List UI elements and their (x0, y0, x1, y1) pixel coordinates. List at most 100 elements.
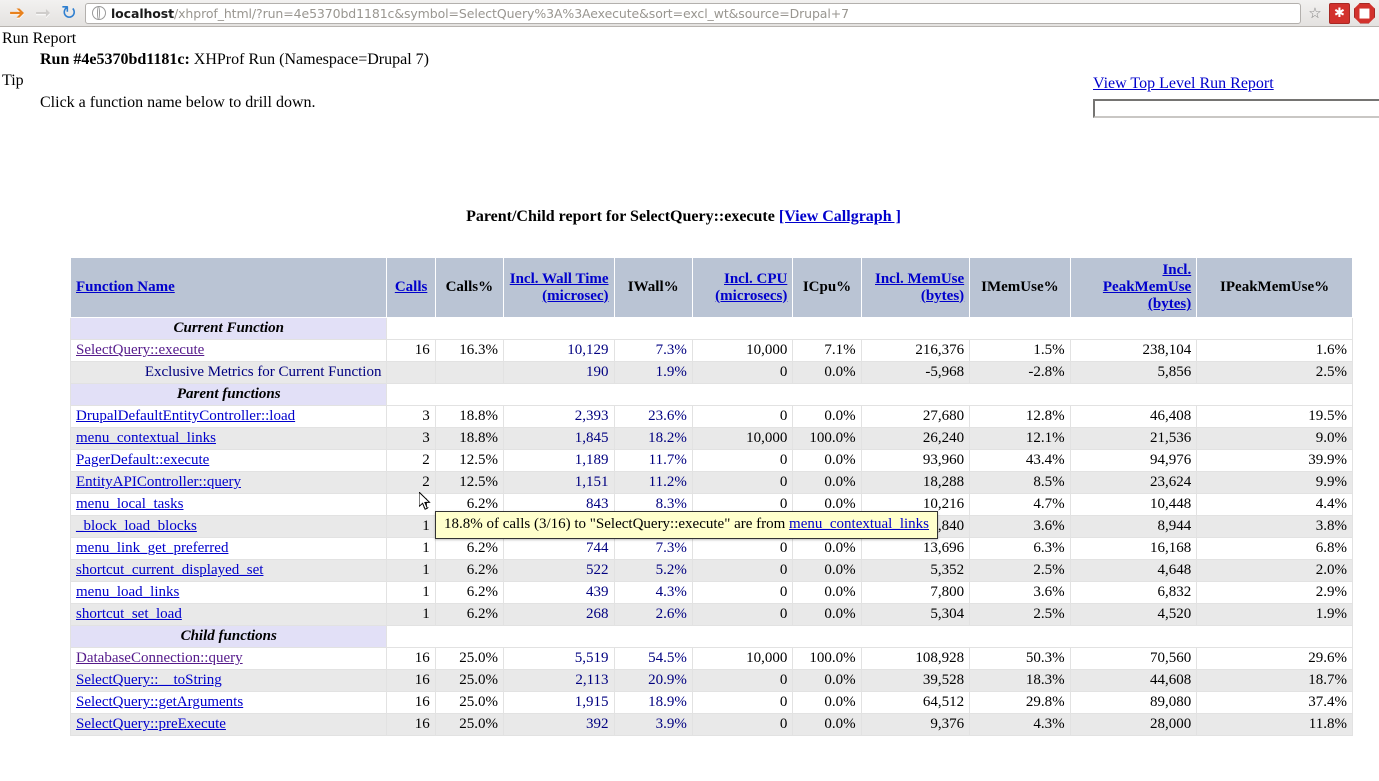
incl-peakmemuse-cell: 16,168 (1069, 537, 1198, 560)
column-header-label: Incl. Wall Time (microsec) (509, 270, 609, 304)
section-spacer (386, 383, 1353, 406)
function-link[interactable]: EntityAPIController::query (76, 474, 241, 490)
table-row[interactable]: SelectQuery::getArguments 16 25.0% 1,915 18.… (69, 691, 1353, 714)
calls-pct-cell: 12.5% (434, 471, 505, 494)
column-header-label: Function Name (76, 279, 175, 295)
ipeakmemuse-pct-cell: 37.4% (1196, 691, 1353, 714)
column-header-incl-peakmemuse[interactable]: Incl. PeakMemUse (bytes) (1069, 257, 1198, 318)
incl-peakmemuse-cell: 238,104 (1069, 339, 1198, 362)
imemuse-pct-cell: 43.4% (969, 449, 1071, 472)
calls-pct-cell: 25.0% (434, 669, 505, 692)
table-row[interactable]: DatabaseConnection::query 16 25.0% 5,519 54.… (69, 647, 1353, 670)
incl-wall-time-cell: 744 (503, 537, 615, 560)
function-link[interactable]: PagerDefault::execute (76, 452, 209, 468)
incl-cpu-cell: 0 (691, 559, 794, 582)
function-link[interactable]: DatabaseConnection::query (76, 650, 243, 666)
adblock-extension-icon[interactable]: ■ (1354, 2, 1375, 24)
calls-pct-cell (434, 361, 505, 384)
incl-peakmemuse-cell: 4,520 (1069, 603, 1198, 626)
column-header-incl-memuse[interactable]: Incl. MemUse (bytes) (860, 257, 971, 318)
function-link[interactable]: menu_contextual_links (76, 430, 216, 446)
table-row[interactable]: SelectQuery::execute 16 16.3% 10,129 7.3% 10,… (69, 339, 1353, 362)
function-link[interactable]: menu_link_get_preferred (76, 540, 228, 556)
icpu-pct-cell: 0.0% (792, 449, 862, 472)
incl-wall-time-cell: 268 (503, 603, 615, 626)
function-name-cell: shortcut_current_displayed_set (69, 559, 388, 582)
table-row[interactable]: SelectQuery::preExecute 16 25.0% 392 3.9% 0 0.… (69, 713, 1353, 736)
column-header-calls-pct: Calls% (434, 257, 505, 318)
function-link[interactable]: _block_load_blocks (76, 518, 197, 534)
incl-memuse-cell: 64,512 (860, 691, 971, 714)
table-row[interactable]: Exclusive Metrics for Current Function 19… (69, 361, 1353, 384)
incl-wall-time-cell: 1,151 (503, 471, 615, 494)
function-link[interactable]: menu_local_tasks (76, 496, 183, 512)
incl-peakmemuse-cell: 5,856 (1069, 361, 1198, 384)
function-link[interactable]: SelectQuery::execute (76, 342, 204, 358)
section-spacer (386, 625, 1353, 648)
function-link[interactable]: SelectQuery::preExecute (76, 716, 226, 732)
incl-peakmemuse-cell: 89,080 (1069, 691, 1198, 714)
function-link[interactable]: DrupalDefaultEntityController::load (76, 408, 295, 424)
function-name-cell: _block_load_blocks (69, 515, 388, 538)
incl-cpu-cell: 0 (691, 691, 794, 714)
noscript-extension-icon[interactable]: ✱ (1329, 2, 1350, 24)
icpu-pct-cell: 0.0% (792, 581, 862, 604)
function-link[interactable]: shortcut_set_load (76, 606, 182, 622)
function-link[interactable]: shortcut_current_displayed_set (76, 562, 263, 578)
incl-peakmemuse-cell: 4,648 (1069, 559, 1198, 582)
ipeakmemuse-pct-cell: 2.9% (1196, 581, 1353, 604)
view-callgraph-link[interactable]: [View Callgraph ] (779, 208, 901, 225)
table-row[interactable]: menu_load_links 1 6.2% 439 4.3% 0 0.0% 7,800 3.6… (69, 581, 1353, 604)
ipeakmemuse-pct-cell: 9.0% (1196, 427, 1353, 450)
url-text: localhost/xhprof_html/?run=4e5370bd1181c… (111, 6, 849, 21)
incl-wall-time-cell: 1,189 (503, 449, 615, 472)
table-row[interactable]: EntityAPIController::query 2 12.5% 1,151 11.… (69, 471, 1353, 494)
view-top-level-run-report-link[interactable]: View Top Level Run Report (1093, 75, 1274, 93)
back-button[interactable]: ➔ (4, 1, 30, 25)
address-bar[interactable]: localhost/xhprof_html/?run=4e5370bd1181c… (85, 2, 1301, 24)
incl-wall-time-cell: 1,845 (503, 427, 615, 450)
function-link[interactable]: SelectQuery::getArguments (76, 694, 243, 710)
imemuse-pct-cell: 12.8% (969, 405, 1071, 428)
calls-pct-cell: 6.2% (434, 537, 505, 560)
table-row[interactable]: menu_contextual_links 3 18.8% 1,845 18.2% 10,… (69, 427, 1353, 450)
table-row[interactable]: DrupalDefaultEntityController::load 3 18.8… (69, 405, 1353, 428)
column-header-function-name[interactable]: Function Name (69, 257, 388, 318)
table-row[interactable]: SelectQuery::__toString 16 25.0% 2,113 20.9%… (69, 669, 1353, 692)
incl-wall-time-cell: 439 (503, 581, 615, 604)
table-section-header: Parent functions (69, 383, 1353, 406)
incl-cpu-cell: 10,000 (691, 427, 794, 450)
table-section-header: Child functions (69, 625, 1353, 648)
run-id-input[interactable] (1093, 99, 1379, 118)
incl-memuse-cell: 93,960 (860, 449, 971, 472)
forward-button[interactable]: ➞ (30, 1, 56, 25)
reload-button[interactable]: ↻ (56, 1, 82, 25)
incl-cpu-cell: 0 (691, 669, 794, 692)
table-row[interactable]: PagerDefault::execute 2 12.5% 1,189 11.7% 0 0.… (69, 449, 1353, 472)
function-link[interactable]: SelectQuery::__toString (76, 672, 222, 688)
ipeakmemuse-pct-cell: 6.8% (1196, 537, 1353, 560)
arrow-left-icon: ➔ (9, 1, 25, 24)
table-row[interactable]: shortcut_current_displayed_set 1 6.2% 522 5.… (69, 559, 1353, 582)
column-header-iwall-pct: IWall% (613, 257, 693, 318)
table-row[interactable]: shortcut_set_load 1 6.2% 268 2.6% 0 0.0% 5,304 2… (69, 603, 1353, 626)
ipeakmemuse-pct-cell: 1.9% (1196, 603, 1353, 626)
column-header-incl-cpu[interactable]: Incl. CPU (microsecs) (691, 257, 794, 318)
column-header-label: Incl. MemUse (bytes) (875, 270, 965, 304)
incl-wall-time-cell: 2,113 (503, 669, 615, 692)
bookmark-star-icon[interactable]: ☆ (1305, 3, 1325, 23)
column-header-calls[interactable]: Calls (386, 257, 436, 318)
function-link[interactable]: menu_load_links (76, 584, 179, 600)
iwall-pct-cell: 20.9% (613, 669, 693, 692)
function-name-cell: menu_contextual_links (69, 427, 388, 450)
reload-icon: ↻ (61, 1, 77, 24)
column-header-incl-wall-time[interactable]: Incl. Wall Time (microsec) (503, 257, 615, 318)
incl-wall-time-cell: 1,915 (503, 691, 615, 714)
iwall-pct-cell: 2.6% (613, 603, 693, 626)
iwall-pct-cell: 7.3% (613, 339, 693, 362)
column-header-label: ICpu% (802, 279, 852, 295)
table-row[interactable]: menu_link_get_preferred 1 6.2% 744 7.3% 0 0.0%… (69, 537, 1353, 560)
tooltip-function-link[interactable]: menu_contextual_links (789, 516, 929, 532)
iwall-pct-cell: 4.3% (613, 581, 693, 604)
exclusive-metrics-label: Exclusive Metrics for Current Function (69, 361, 388, 384)
